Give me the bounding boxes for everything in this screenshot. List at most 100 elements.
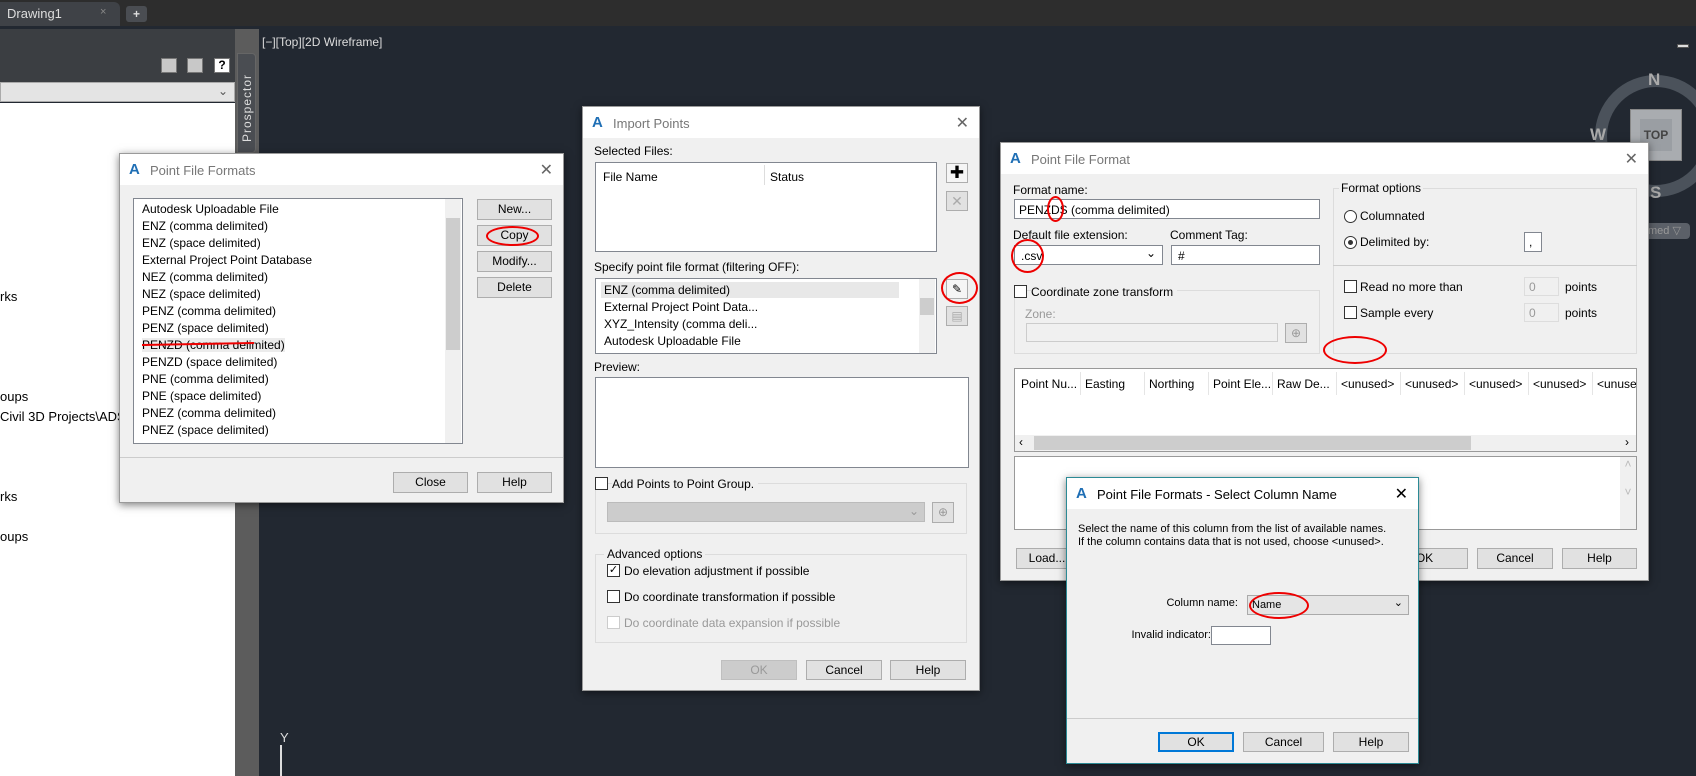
help-button[interactable]: Help xyxy=(1562,548,1637,569)
format-list-item[interactable]: PNE (space delimited) xyxy=(142,389,261,403)
column-header[interactable]: Point Nu... xyxy=(1017,372,1081,395)
column-header-file-name[interactable]: File Name xyxy=(603,170,658,184)
format-list-item[interactable]: PENZ (comma delimited) xyxy=(142,304,276,318)
coordinate-transformation-checkbox[interactable] xyxy=(607,590,620,603)
tree-item[interactable]: oups xyxy=(0,389,28,404)
viewport-controls-label[interactable]: [−][Top][2D Wireframe] xyxy=(262,35,382,49)
compass-north[interactable]: N xyxy=(1648,70,1660,90)
scrollbar-thumb[interactable] xyxy=(1034,436,1471,450)
add-files-button[interactable]: ✚ xyxy=(946,163,968,183)
format-list-item[interactable]: PNEZ (comma delimited) xyxy=(142,406,276,420)
cancel-button[interactable]: Cancel xyxy=(1477,548,1553,569)
delete-button[interactable]: Delete xyxy=(477,277,552,298)
filter-icon: ▤ xyxy=(951,309,963,323)
comment-tag-input[interactable]: # xyxy=(1171,245,1320,265)
selected-files-table[interactable]: File Name Status xyxy=(595,162,937,252)
vertical-scrollbar[interactable]: ˄ ˅ xyxy=(1620,457,1636,529)
sample-every-checkbox[interactable] xyxy=(1344,306,1357,319)
close-tab-icon[interactable]: × xyxy=(100,6,106,18)
column-header[interactable]: <unused> xyxy=(1401,372,1465,395)
scroll-right-icon[interactable]: › xyxy=(1625,435,1629,449)
cancel-button[interactable]: Cancel xyxy=(806,660,882,680)
new-button[interactable]: New... xyxy=(477,199,552,220)
scroll-left-icon[interactable]: ‹ xyxy=(1019,435,1023,449)
toolspace-view-icon[interactable] xyxy=(161,58,177,73)
column-header[interactable]: Raw De... xyxy=(1273,372,1337,395)
format-list[interactable]: ENZ (comma delimited) External Project Po… xyxy=(595,278,937,354)
chevron-down-icon: ⌄ xyxy=(1393,597,1403,609)
format-list-item[interactable]: XYZ_Intensity (comma deli... xyxy=(604,317,757,331)
create-point-group-button[interactable]: ⊕ xyxy=(932,502,954,523)
tree-item[interactable]: oups xyxy=(0,529,28,544)
scrollbar-thumb[interactable] xyxy=(446,218,460,350)
ok-button: OK xyxy=(721,660,797,680)
prospector-label: Prospector xyxy=(240,73,254,142)
close-icon[interactable]: ✕ xyxy=(1395,484,1408,504)
coordinate-zone-label: Coordinate zone transform xyxy=(1031,285,1178,299)
toolspace-view-dropdown[interactable]: ⌄ xyxy=(0,82,235,102)
format-list-item[interactable]: NEZ (space delimited) xyxy=(142,287,261,301)
close-button[interactable]: Close xyxy=(393,472,468,493)
column-header[interactable]: <unused> xyxy=(1593,372,1636,395)
modify-button[interactable]: Modify... xyxy=(477,251,552,272)
column-header[interactable]: Point Ele... xyxy=(1209,372,1273,395)
column-grid[interactable]: Point Nu... Easting Northing Point Ele... Ra… xyxy=(1014,368,1637,452)
format-list-item[interactable]: External Project Point Database xyxy=(142,253,312,267)
list-scrollbar[interactable] xyxy=(919,279,935,353)
list-scrollbar[interactable] xyxy=(445,199,461,443)
minimize-icon[interactable] xyxy=(1677,44,1689,48)
format-list-item[interactable]: Autodesk Uploadable File xyxy=(604,334,741,348)
column-header-status[interactable]: Status xyxy=(770,170,804,184)
close-icon[interactable]: ✕ xyxy=(540,160,553,180)
close-icon[interactable]: ✕ xyxy=(1625,149,1638,169)
ok-button[interactable]: OK xyxy=(1158,732,1234,752)
help-button[interactable]: Help xyxy=(1333,732,1409,752)
tree-item[interactable]: rks xyxy=(0,289,17,304)
scrollbar-thumb[interactable] xyxy=(920,298,934,315)
sample-every-unit: points xyxy=(1565,306,1598,320)
format-list-item[interactable]: PNEZ (space delimited) xyxy=(142,423,269,437)
format-list-item[interactable]: NEZ (comma delimited) xyxy=(142,270,268,284)
column-header[interactable]: <unused> xyxy=(1337,372,1401,395)
coordinate-zone-checkbox[interactable] xyxy=(1014,285,1027,298)
remove-file-button[interactable]: ✕ xyxy=(946,191,968,211)
horizontal-scrollbar[interactable]: ‹ › xyxy=(1015,435,1636,451)
format-list-item[interactable]: PENZ (space delimited) xyxy=(142,321,269,335)
format-list-item[interactable]: Autodesk Uploadable File xyxy=(142,202,279,216)
help-button[interactable]: Help xyxy=(477,472,552,493)
item-view-icon[interactable] xyxy=(187,58,203,73)
column-header[interactable]: <unused> xyxy=(1465,372,1529,395)
point-group-dropdown[interactable]: ⌄ xyxy=(607,502,925,522)
new-tab-button[interactable]: + xyxy=(126,6,147,22)
format-list-item[interactable]: ENZ (comma delimited) xyxy=(142,219,268,233)
format-list[interactable]: Autodesk Uploadable File ENZ (comma delim… xyxy=(133,198,463,444)
format-list-item[interactable]: ENZ (comma delimited) xyxy=(604,283,730,297)
close-icon[interactable]: ✕ xyxy=(956,113,969,133)
tab-prospector[interactable]: Prospector xyxy=(237,53,256,153)
format-list-item[interactable]: ENZ (space delimited) xyxy=(142,236,261,250)
tree-item[interactable]: rks xyxy=(0,489,17,504)
help-button[interactable]: Help xyxy=(890,660,966,680)
add-to-group-checkbox[interactable] xyxy=(595,477,608,490)
cancel-button[interactable]: Cancel xyxy=(1243,732,1324,752)
format-list-item[interactable]: External Project Point Data... xyxy=(604,300,758,314)
delimited-radio[interactable] xyxy=(1344,236,1357,249)
filter-button[interactable]: ▤ xyxy=(946,306,968,326)
read-no-more-checkbox[interactable] xyxy=(1344,280,1357,293)
tree-item[interactable]: Civil 3D Projects\ADSK xyxy=(0,409,134,424)
annotation-circle xyxy=(486,226,539,246)
elevation-adjustment-checkbox[interactable]: ✓ xyxy=(607,564,620,577)
named-ucs-dropdown[interactable]: med ▽ xyxy=(1644,223,1690,239)
column-header[interactable]: <unused> xyxy=(1529,372,1593,395)
compass-south[interactable]: S xyxy=(1650,183,1661,203)
invalid-indicator-input[interactable] xyxy=(1211,626,1271,645)
help-icon[interactable]: ? xyxy=(214,58,230,73)
column-header[interactable]: Easting xyxy=(1081,372,1145,395)
column-header[interactable]: Northing xyxy=(1145,372,1209,395)
format-list-item[interactable]: PNE (comma delimited) xyxy=(142,372,269,386)
comment-tag-label: Comment Tag: xyxy=(1170,228,1248,242)
delimiter-input[interactable]: , xyxy=(1524,232,1542,252)
columnated-radio[interactable] xyxy=(1344,210,1357,223)
format-list-item[interactable]: PENZD (space delimited) xyxy=(142,355,277,369)
add-to-group-label: Add Points to Point Group. xyxy=(612,477,759,491)
